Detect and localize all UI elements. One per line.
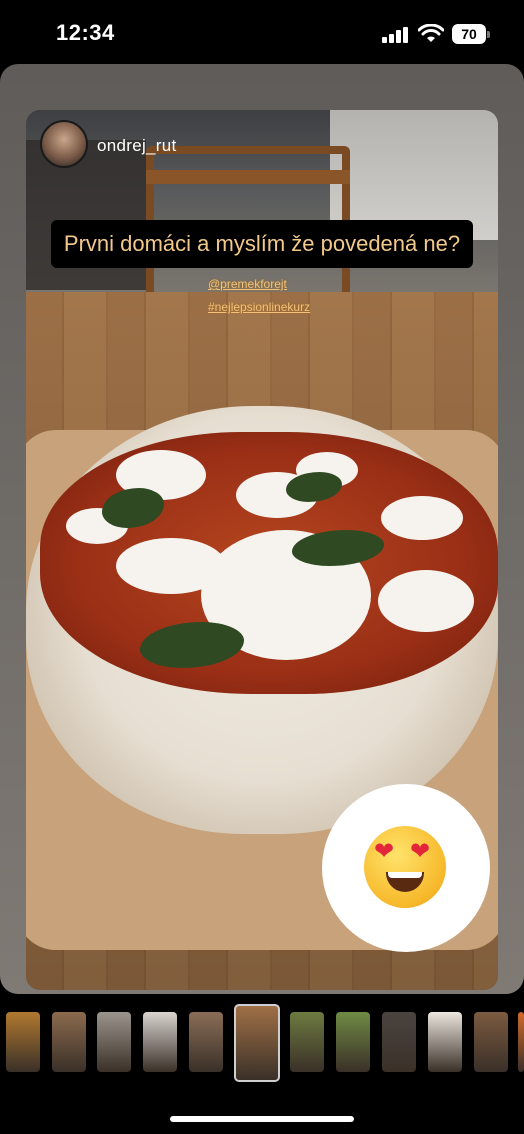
cellular-signal-icon — [382, 27, 408, 43]
status-bar: 12:34 70 — [0, 0, 524, 64]
chair-rail — [146, 170, 350, 184]
wifi-icon — [418, 24, 444, 42]
status-time: 12:34 — [56, 20, 115, 45]
thumb-9[interactable] — [382, 1012, 416, 1072]
thumb-4[interactable] — [143, 1012, 177, 1072]
thumb-11[interactable] — [474, 1012, 508, 1072]
thumb-8[interactable] — [336, 1012, 370, 1072]
home-indicator[interactable] — [170, 1116, 354, 1122]
thumb-3[interactable] — [97, 1012, 131, 1072]
mention-link[interactable]: @premekforejt — [208, 277, 287, 291]
thumb-7[interactable] — [290, 1012, 324, 1072]
battery-indicator: 70 — [452, 24, 490, 44]
user-avatar[interactable] — [40, 120, 88, 168]
hashtag-link[interactable]: #nejlepsionlinekurz — [208, 300, 310, 314]
mozzarella-8 — [378, 570, 474, 632]
thumb-10[interactable] — [428, 1012, 462, 1072]
emoji-teeth — [388, 872, 422, 878]
story-caption: Prvni domáci a myslím že povedená ne? — [51, 220, 473, 268]
thumb-6-active[interactable] — [234, 1004, 280, 1082]
thumb-1[interactable] — [6, 1012, 40, 1072]
thumb-2[interactable] — [52, 1012, 86, 1072]
mozzarella-4 — [381, 496, 463, 540]
heart-eye-left-icon: ❤ — [374, 838, 395, 865]
story-username[interactable]: ondrej_rut — [97, 136, 177, 156]
thumb-12[interactable] — [518, 1012, 524, 1072]
thumb-5[interactable] — [189, 1012, 223, 1072]
heart-eye-right-icon: ❤ — [410, 838, 431, 865]
